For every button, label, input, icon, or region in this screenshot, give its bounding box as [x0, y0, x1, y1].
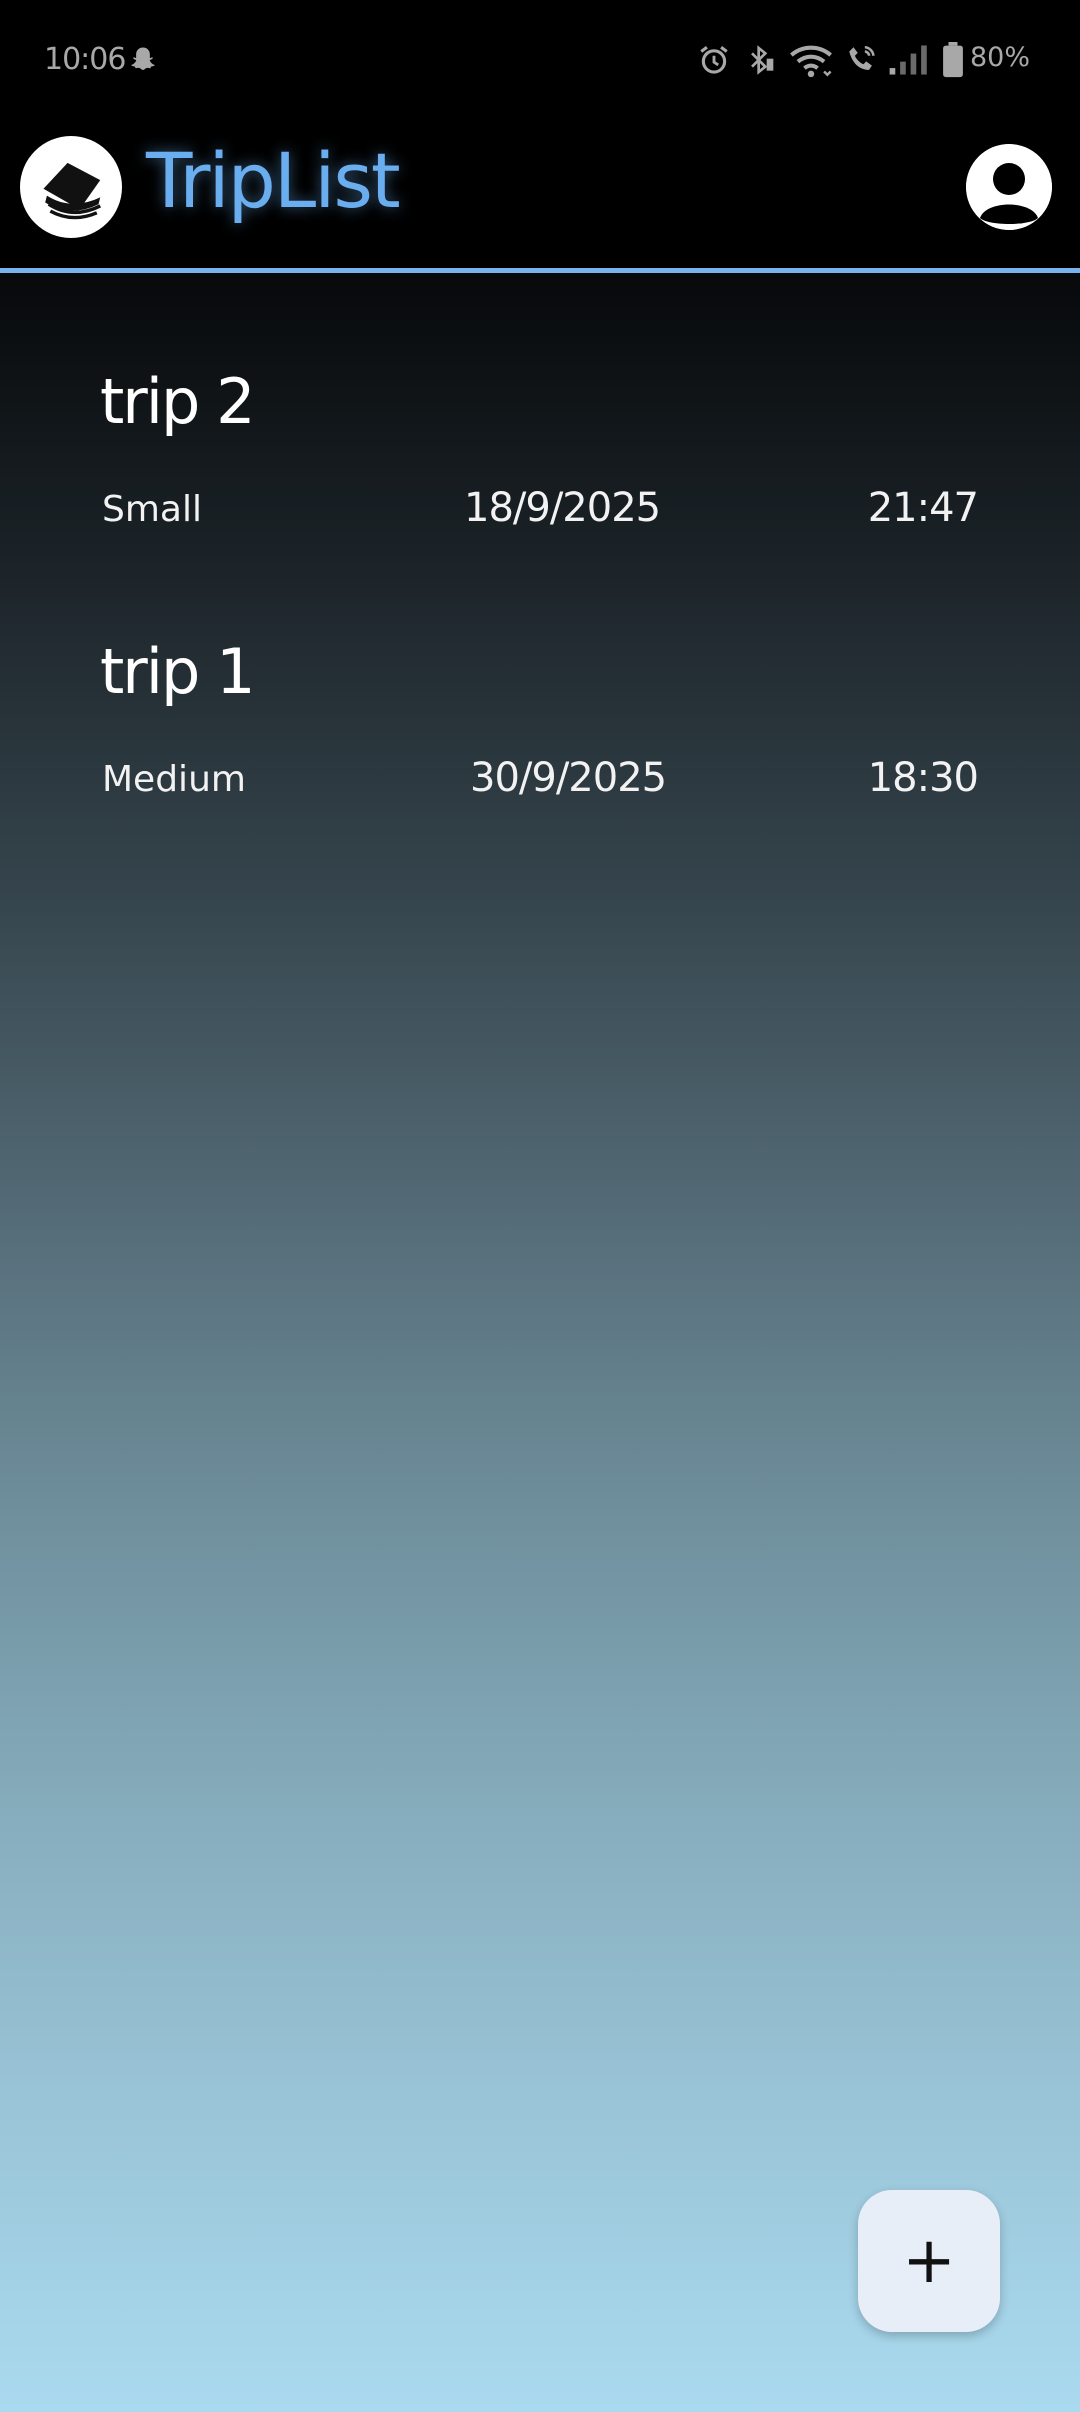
trip-date: 18/9/2025 — [464, 485, 661, 531]
add-trip-button[interactable]: + — [858, 2190, 1000, 2332]
app-title: TripList — [146, 136, 401, 225]
add-icon: + — [902, 2224, 956, 2298]
trip-size: Small — [102, 489, 202, 530]
trip-time: 21:47 — [867, 485, 979, 531]
status-bar: 10:06 80% — [0, 0, 1080, 118]
account-icon[interactable] — [966, 144, 1052, 230]
trip-list-item[interactable]: trip 2 Small 18/9/2025 21:47 — [0, 365, 1080, 605]
battery-icon — [938, 40, 968, 80]
trip-size: Medium — [102, 759, 246, 800]
trip-name: trip 2 — [100, 365, 256, 438]
trip-list-item[interactable]: trip 1 Medium 30/9/2025 18:30 — [0, 635, 1080, 875]
app-bar: TripList — [0, 118, 1080, 270]
wifi-icon — [786, 40, 836, 80]
trip-time: 18:30 — [867, 755, 979, 801]
signal-icon — [886, 40, 932, 80]
bluetooth-icon — [740, 40, 780, 80]
alarm-icon — [694, 40, 734, 80]
battery-percent: 80% — [970, 42, 1031, 73]
trip-date: 30/9/2025 — [470, 755, 667, 801]
wifi-call-icon — [842, 40, 882, 80]
status-time: 10:06 — [44, 42, 126, 77]
trip-list: trip 2 Small 18/9/2025 21:47 trip 1 Medi… — [0, 273, 1080, 2412]
suitcase-logo-icon — [20, 136, 122, 238]
snapchat-icon — [126, 40, 160, 80]
trip-name: trip 1 — [100, 635, 256, 708]
